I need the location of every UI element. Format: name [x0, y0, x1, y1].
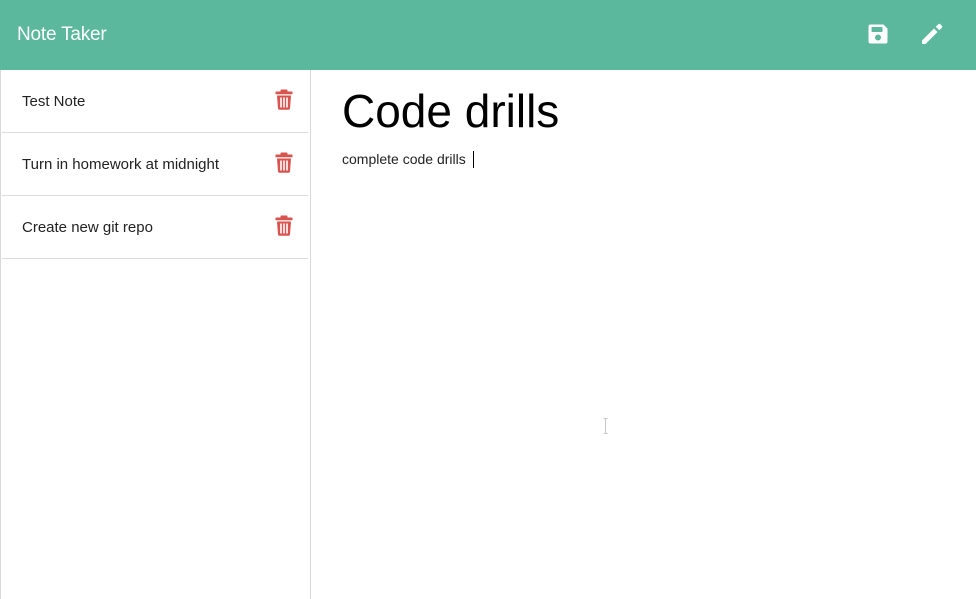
list-item[interactable]: Create new git repo: [2, 196, 308, 259]
trash-icon-graphic: [275, 152, 293, 173]
pencil-icon[interactable]: [919, 20, 945, 48]
note-title[interactable]: Turn in homework at midnight: [22, 156, 219, 174]
note-editor: complete code drills: [311, 70, 976, 599]
note-title[interactable]: Test Note: [22, 93, 85, 111]
list-item[interactable]: Test Note: [2, 70, 308, 133]
note-list: Test Note Turn in homework at midnight C…: [1, 70, 310, 259]
save-icon-graphic: [868, 24, 888, 44]
trash-icon[interactable]: [275, 215, 293, 236]
note-body-textarea[interactable]: complete code drills: [342, 150, 942, 550]
trash-icon-graphic: [275, 215, 293, 236]
navbar: Note Taker: [0, 0, 976, 70]
pencil-icon-graphic: [922, 23, 943, 44]
list-item[interactable]: Turn in homework at midnight: [2, 133, 308, 196]
app-brand[interactable]: Note Taker: [17, 24, 107, 46]
trash-icon-graphic: [275, 89, 293, 110]
save-icon[interactable]: [865, 20, 891, 48]
note-title[interactable]: Create new git repo: [22, 219, 153, 237]
trash-icon[interactable]: [275, 89, 293, 110]
ibeam-cursor-icon: [603, 418, 608, 434]
trash-icon[interactable]: [275, 152, 293, 173]
notes-sidebar: Test Note Turn in homework at midnight C…: [0, 70, 311, 599]
text-caret: [473, 151, 474, 168]
note-title-input[interactable]: [342, 84, 942, 138]
